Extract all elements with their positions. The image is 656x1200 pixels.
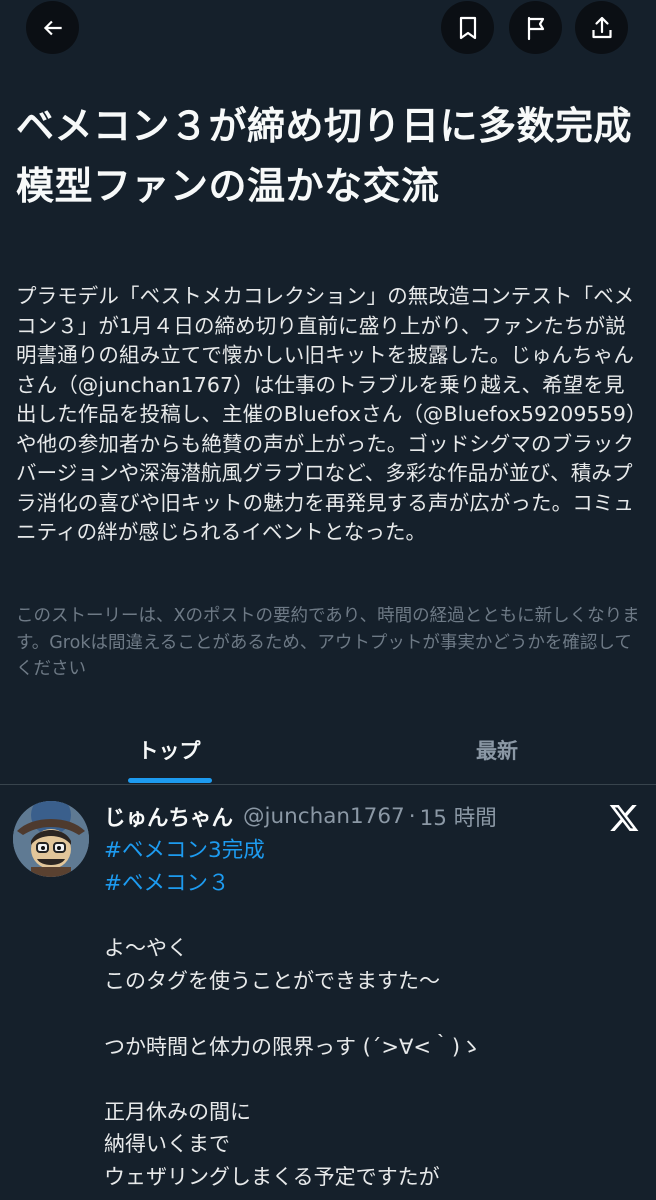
post[interactable]: じゅんちゃん @junchan1767 · 15 時間 #ベメコン3完成 #ベメ… — [0, 785, 656, 1200]
tab-bar: トップ 最新 — [0, 716, 656, 785]
flag-icon — [527, 16, 544, 40]
ai-disclaimer: このストーリーは、Xのポストの要約であり、時間の経過とともに新しくなります。Gr… — [16, 606, 640, 679]
hashtag-link[interactable]: #ベメコン３ — [104, 866, 230, 897]
post-text-line: 正月休みの間に — [104, 1100, 251, 1124]
x-logo-icon — [609, 805, 639, 831]
hashtag-link[interactable]: #ベメコン3完成 — [104, 833, 265, 864]
bookmark-button[interactable] — [441, 1, 494, 54]
post-text-line: このタグを使うことができますた～ — [104, 969, 440, 993]
post-timestamp: 15 時間 — [419, 805, 497, 831]
post-text-line: よ～やく — [104, 936, 188, 960]
tab-top[interactable]: トップ — [0, 716, 338, 784]
post-text-line: つか時間と体力の限界っす (´>∀<｀)ゝ — [104, 1035, 482, 1059]
arrow-left-icon — [43, 20, 62, 35]
share-button[interactable] — [575, 1, 628, 54]
tab-latest[interactable]: 最新 — [338, 716, 656, 784]
author-name[interactable]: じゅんちゃん — [104, 801, 233, 832]
back-button[interactable] — [26, 1, 79, 54]
story-summary: プラモデル「ベストメカコレクション」の無改造コンテスト「ベメコン３」が1月４日の… — [16, 284, 637, 544]
story-headline: ベメコン３が締め切り日に多数完成 模型ファンの温かな交流 — [16, 104, 633, 208]
post-header: じゅんちゃん @junchan1767 · 15 時間 — [104, 798, 497, 834]
post-text-line: 納得いくまで — [104, 1132, 230, 1156]
avatar[interactable] — [13, 801, 89, 877]
share-upload-icon — [591, 16, 612, 38]
author-handle[interactable]: @junchan1767 — [243, 804, 405, 829]
bookmark-icon — [459, 16, 476, 39]
top-bar — [0, 0, 656, 56]
post-text-line: ウェザリングしまくる予定ですたが — [104, 1165, 440, 1189]
report-button[interactable] — [509, 1, 562, 54]
active-tab-indicator — [128, 778, 212, 783]
separator-dot: · — [408, 803, 416, 829]
